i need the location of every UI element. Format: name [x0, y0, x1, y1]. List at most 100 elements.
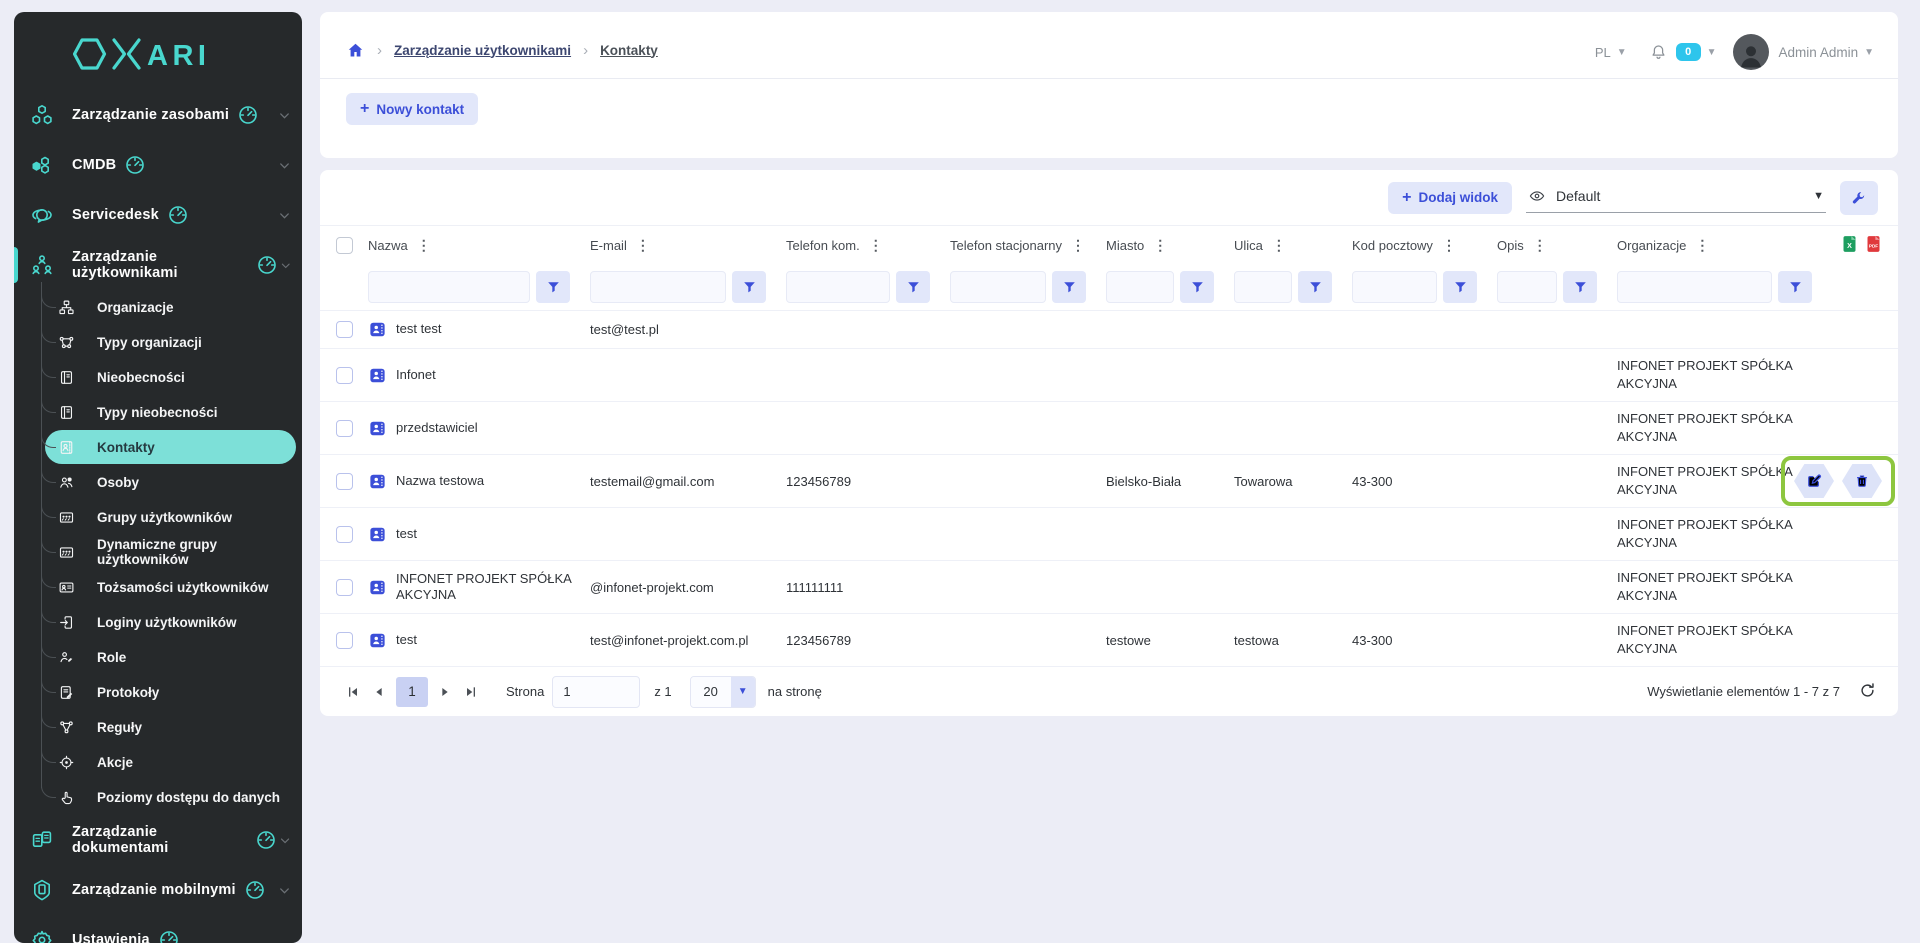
column-filter-input[interactable] [950, 271, 1046, 303]
table-row[interactable]: InfonetINFONET PROJEKT SPÓŁKA AKCYJNA [320, 348, 1898, 401]
sidebar-item[interactable]: Servicedesk [14, 190, 302, 240]
column-menu-icon[interactable]: ⋮ [1071, 237, 1085, 254]
sidebar-subitem[interactable]: Nieobecności [45, 360, 296, 394]
sidebar-subitem[interactable]: Reguły [45, 710, 296, 744]
table-row[interactable]: testtest@infonet-projekt.com.pl123456789… [320, 613, 1898, 666]
first-page-button[interactable] [340, 679, 366, 705]
column-header: Organizacje⋮ [1609, 237, 1824, 254]
chevron-down-icon [277, 108, 292, 123]
sidebar-subitem[interactable]: Organizacje [45, 290, 296, 324]
sidebar-subnav: OrganizacjeTypy organizacjiNieobecnościT… [14, 290, 302, 814]
sidebar-subitem-label: Kontakty [97, 440, 155, 455]
column-menu-icon[interactable]: ⋮ [636, 237, 650, 254]
sidebar-subitem[interactable]: Dynamiczne grupy użytkowników [45, 535, 296, 569]
chevron-down-icon[interactable]: ▼ [1617, 47, 1627, 58]
column-menu-icon[interactable]: ⋮ [417, 237, 431, 254]
user-name[interactable]: Admin Admin [1779, 45, 1859, 60]
sidebar-subitem[interactable]: Protokoły [45, 675, 296, 709]
table-row[interactable]: przedstawicielINFONET PROJEKT SPÓŁKA AKC… [320, 401, 1898, 454]
column-menu-icon[interactable]: ⋮ [1533, 237, 1547, 254]
row-checkbox[interactable] [336, 367, 353, 384]
notifications-bell-icon[interactable] [1649, 43, 1668, 62]
column-menu-icon[interactable]: ⋮ [869, 237, 883, 254]
column-menu-icon[interactable]: ⋮ [1153, 237, 1167, 254]
row-checkbox[interactable] [336, 473, 353, 490]
view-selector[interactable]: Default ▼ [1526, 183, 1826, 213]
sidebar-subitem[interactable]: Akcje [45, 745, 296, 779]
avatar[interactable] [1733, 34, 1769, 70]
column-filter-input[interactable] [368, 271, 530, 303]
column-filter-button[interactable] [896, 271, 930, 303]
page-size-select[interactable]: 20 ▼ [690, 676, 756, 708]
breadcrumb-link-contacts[interactable]: Kontakty [600, 43, 658, 58]
sidebar-subitem[interactable]: Typy nieobecności [45, 395, 296, 429]
export-xlsx-button[interactable]: X [1842, 234, 1860, 257]
row-checkbox[interactable] [336, 526, 353, 543]
table-row[interactable]: test testtest@test.pl [320, 310, 1898, 348]
cell-email: test@test.pl [582, 311, 778, 348]
column-filter-button[interactable] [1052, 271, 1086, 303]
column-filter-button[interactable] [536, 271, 570, 303]
sidebar-subitem[interactable]: Poziomy dostępu do danych [45, 780, 296, 814]
sidebar-item[interactable]: Zarządzanie użytkownikami [14, 240, 302, 290]
refresh-button[interactable] [1856, 681, 1878, 703]
home-icon[interactable] [346, 41, 365, 60]
new-contact-button[interactable]: + Nowy kontakt [346, 93, 478, 125]
column-filter-input[interactable] [786, 271, 890, 303]
table-row[interactable]: INFONET PROJEKT SPÓŁKA AKCYJNA@infonet-p… [320, 560, 1898, 613]
column-filter-input[interactable] [1617, 271, 1772, 303]
table-row[interactable]: Nazwa testowatestemail@gmail.com12345678… [320, 454, 1898, 507]
sidebar-item[interactable]: Zarządzanie dokumentami [14, 815, 302, 865]
export-pdf-button[interactable]: PDF [1866, 234, 1884, 257]
column-filter-input[interactable] [1352, 271, 1437, 303]
add-view-button[interactable]: + Dodaj widok [1388, 182, 1512, 214]
last-page-button[interactable] [458, 679, 484, 705]
sidebar-subitem[interactable]: Typy organizacji [45, 325, 296, 359]
row-checkbox[interactable] [336, 579, 353, 596]
table-settings-button[interactable] [1840, 181, 1878, 215]
page-number-button[interactable]: 1 [396, 677, 428, 707]
sidebar-subitem[interactable]: Grupy użytkowników [45, 500, 296, 534]
column-filter-button[interactable] [1180, 271, 1214, 303]
column-filter-button[interactable] [732, 271, 766, 303]
select-all-checkbox[interactable] [336, 237, 353, 254]
sidebar-subitem[interactable]: Kontakty [45, 430, 296, 464]
sidebar-item[interactable]: Zarządzanie zasobami [14, 90, 302, 140]
sidebar-item[interactable]: CMDB [14, 140, 302, 190]
column-menu-icon[interactable]: ⋮ [1272, 237, 1286, 254]
column-filter-input[interactable] [1234, 271, 1292, 303]
page-input[interactable] [552, 676, 640, 708]
chevron-down-icon[interactable]: ▼ [1707, 47, 1717, 58]
row-checkbox[interactable] [336, 632, 353, 649]
table-row[interactable]: testINFONET PROJEKT SPÓŁKA AKCYJNA [320, 507, 1898, 560]
language-selector[interactable]: PL [1595, 45, 1611, 60]
column-filter-input[interactable] [1106, 271, 1174, 303]
column-filter-input[interactable] [1497, 271, 1557, 303]
column-header: Miasto⋮ [1098, 237, 1226, 254]
column-filter-button[interactable] [1778, 271, 1812, 303]
sidebar-subitem[interactable]: Loginy użytkowników [45, 605, 296, 639]
row-checkbox[interactable] [336, 420, 353, 437]
previous-page-button[interactable] [366, 679, 392, 705]
chevron-down-icon[interactable]: ▼ [1864, 47, 1874, 58]
next-page-button[interactable] [432, 679, 458, 705]
column-filter-button[interactable] [1298, 271, 1332, 303]
column-menu-icon[interactable]: ⋮ [1442, 237, 1456, 254]
column-filter-button[interactable] [1443, 271, 1477, 303]
delete-button[interactable] [1842, 464, 1882, 498]
row-checkbox[interactable] [336, 321, 353, 338]
sidebar-subitem[interactable]: Role [45, 640, 296, 674]
data-access-levels-icon [58, 789, 75, 806]
sidebar-subitem[interactable]: Tożsamości użytkowników [45, 570, 296, 604]
cell-street: testowa [1226, 614, 1344, 666]
sidebar-subitem[interactable]: Osoby [45, 465, 296, 499]
breadcrumb-link-users[interactable]: Zarządzanie użytkownikami [394, 43, 571, 58]
column-filter-button[interactable] [1563, 271, 1597, 303]
sidebar-item[interactable]: Zarządzanie mobilnymi [14, 865, 302, 915]
sidebar-item[interactable]: Ustawienia [14, 915, 302, 943]
cell-organizations: INFONET PROJEKT SPÓŁKA AKCYJNA [1609, 561, 1824, 613]
edit-button[interactable] [1794, 464, 1834, 498]
column-filter-input[interactable] [590, 271, 726, 303]
column-menu-icon[interactable]: ⋮ [1695, 237, 1709, 254]
notification-count-badge[interactable]: 0 [1676, 43, 1701, 61]
